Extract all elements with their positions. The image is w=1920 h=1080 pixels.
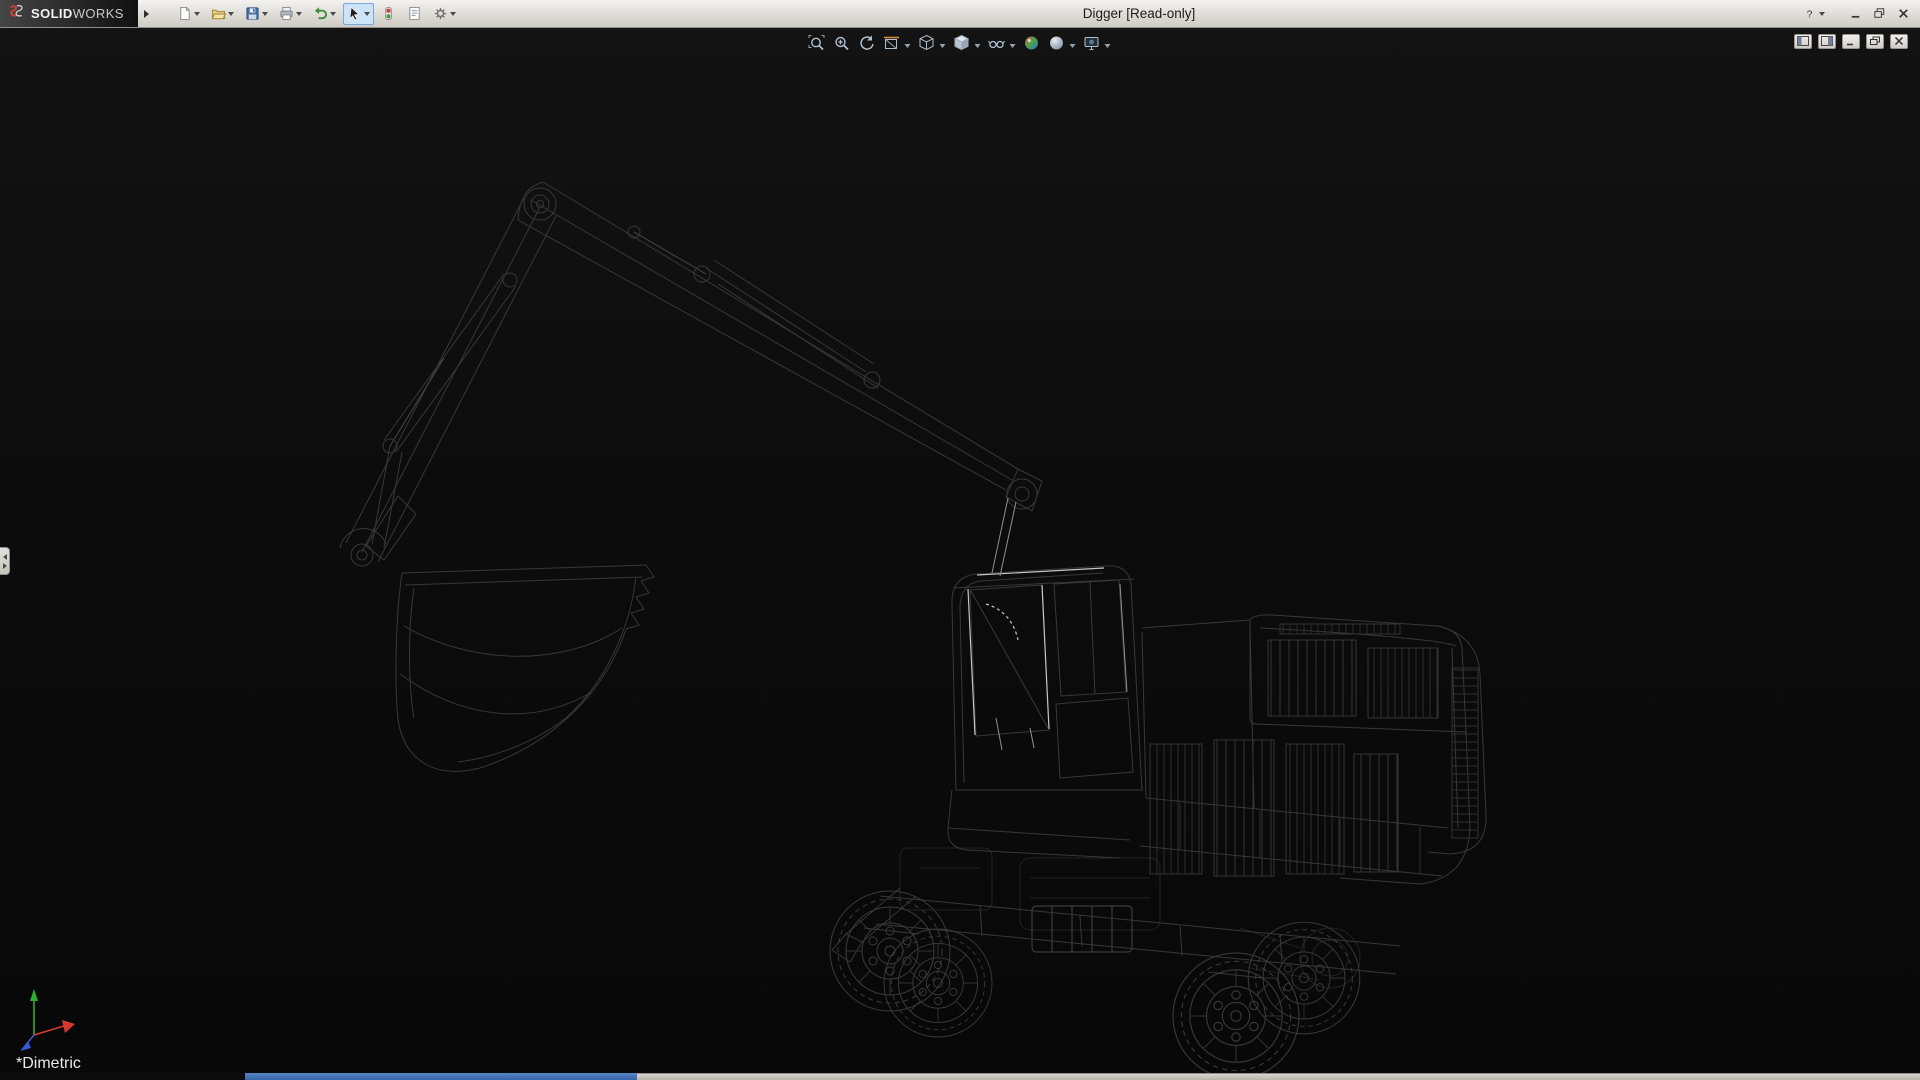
dropdown-arrow-icon[interactable]	[450, 12, 456, 16]
dropdown-arrow-icon[interactable]	[330, 12, 336, 16]
doc-minimize-icon	[1845, 33, 1857, 51]
file-properties-icon	[407, 6, 422, 21]
close-icon	[1896, 6, 1911, 21]
section-view-icon	[883, 34, 901, 57]
dropdown-arrow-icon[interactable]	[975, 44, 981, 48]
digger-wireframe-model[interactable]	[0, 28, 1920, 1073]
new-document-button[interactable]	[173, 3, 204, 25]
doc-restore-icon	[1869, 33, 1881, 51]
solidworks-logo-icon	[8, 3, 25, 25]
new-document-icon	[177, 6, 192, 21]
graphics-viewport[interactable]: *Dimetric	[0, 28, 1920, 1073]
select-button[interactable]	[343, 3, 374, 25]
brand-light: WORKS	[73, 6, 124, 21]
help-button[interactable]: ?	[1799, 3, 1828, 25]
help-icon: ?	[1802, 6, 1817, 21]
minimize-button[interactable]	[1845, 3, 1866, 25]
dropdown-arrow-icon[interactable]	[1105, 44, 1111, 48]
undo-icon	[313, 6, 328, 21]
previous-view-button[interactable]	[857, 33, 877, 58]
feature-panel-collapse-tab[interactable]	[0, 547, 10, 575]
pane-left-button[interactable]	[1794, 34, 1812, 49]
dropdown-arrow-icon[interactable]	[1010, 44, 1016, 48]
taskbar-dark-segment	[0, 1073, 245, 1080]
dropdown-arrow-icon[interactable]	[940, 44, 946, 48]
chevron-right-icon	[3, 563, 7, 569]
dropdown-arrow-icon[interactable]	[194, 12, 200, 16]
doc-minimize-button[interactable]	[1842, 34, 1860, 49]
view-orientation-label: *Dimetric	[16, 1055, 81, 1073]
svg-text:?: ?	[1807, 9, 1813, 20]
zoom-to-area-button[interactable]	[832, 33, 852, 58]
print-icon	[279, 6, 294, 21]
brand-bold: SOLID	[31, 6, 73, 21]
display-style-icon	[953, 34, 971, 57]
options-icon	[433, 6, 448, 21]
window-controls: ?	[1799, 3, 1914, 25]
edit-appearance-icon	[1023, 34, 1041, 57]
document-window-controls	[1794, 34, 1908, 49]
doc-close-icon	[1893, 33, 1905, 51]
hide-show-items-icon	[988, 34, 1006, 57]
rebuild-button[interactable]	[377, 3, 400, 25]
brand-text: SOLIDWORKS	[31, 6, 124, 21]
save-button[interactable]	[241, 3, 272, 25]
solidworks-logo: SOLIDWORKS	[0, 0, 138, 27]
dropdown-arrow-icon[interactable]	[296, 12, 302, 16]
view-orientation-icon	[918, 34, 936, 57]
print-button[interactable]	[275, 3, 306, 25]
orientation-triad	[14, 975, 94, 1055]
file-properties-button[interactable]	[403, 3, 426, 25]
dropdown-arrow-icon[interactable]	[905, 44, 911, 48]
taskbar-strip	[0, 1073, 1920, 1080]
chevron-left-icon	[3, 554, 7, 560]
doc-restore-button[interactable]	[1866, 34, 1884, 49]
save-icon	[245, 6, 260, 21]
close-button[interactable]	[1893, 3, 1914, 25]
heads-up-view-toolbar	[807, 33, 1112, 58]
open-button[interactable]	[207, 3, 238, 25]
pane-right-button[interactable]	[1818, 34, 1836, 49]
window-title: Digger [Read-only]	[1083, 6, 1196, 21]
doc-close-button[interactable]	[1890, 34, 1908, 49]
hide-show-items-button[interactable]	[987, 33, 1017, 58]
pane-left-icon	[1797, 33, 1809, 51]
standard-toolbar	[173, 0, 460, 27]
pane-right-icon	[1821, 33, 1833, 51]
section-view-button[interactable]	[882, 33, 912, 58]
minimize-icon	[1848, 6, 1863, 21]
view-settings-icon	[1083, 34, 1101, 57]
dropdown-arrow-icon[interactable]	[1819, 12, 1825, 16]
dropdown-arrow-icon[interactable]	[228, 12, 234, 16]
previous-view-icon	[858, 34, 876, 57]
apply-scene-icon	[1048, 34, 1066, 57]
dropdown-arrow-icon[interactable]	[1070, 44, 1076, 48]
options-button[interactable]	[429, 3, 460, 25]
taskbar-empty-area	[637, 1073, 1920, 1080]
open-icon	[211, 6, 226, 21]
undo-button[interactable]	[309, 3, 340, 25]
zoom-to-fit-button[interactable]	[807, 33, 827, 58]
titlebar: SOLIDWORKS Digger [Read-only] ?	[0, 0, 1920, 28]
edit-appearance-button[interactable]	[1022, 33, 1042, 58]
zoom-to-fit-icon	[808, 34, 826, 57]
restore-button[interactable]	[1869, 3, 1890, 25]
apply-scene-button[interactable]	[1047, 33, 1077, 58]
view-settings-button[interactable]	[1082, 33, 1112, 58]
dropdown-arrow-icon[interactable]	[364, 12, 370, 16]
rebuild-icon	[381, 6, 396, 21]
view-orientation-button[interactable]	[917, 33, 947, 58]
taskbar-active-window-button[interactable]	[245, 1073, 637, 1080]
dropdown-arrow-icon[interactable]	[262, 12, 268, 16]
restore-icon	[1872, 6, 1887, 21]
select-icon	[347, 6, 362, 21]
display-style-button[interactable]	[952, 33, 982, 58]
zoom-to-area-icon	[833, 34, 851, 57]
menu-expand-arrow-icon[interactable]	[144, 10, 149, 18]
